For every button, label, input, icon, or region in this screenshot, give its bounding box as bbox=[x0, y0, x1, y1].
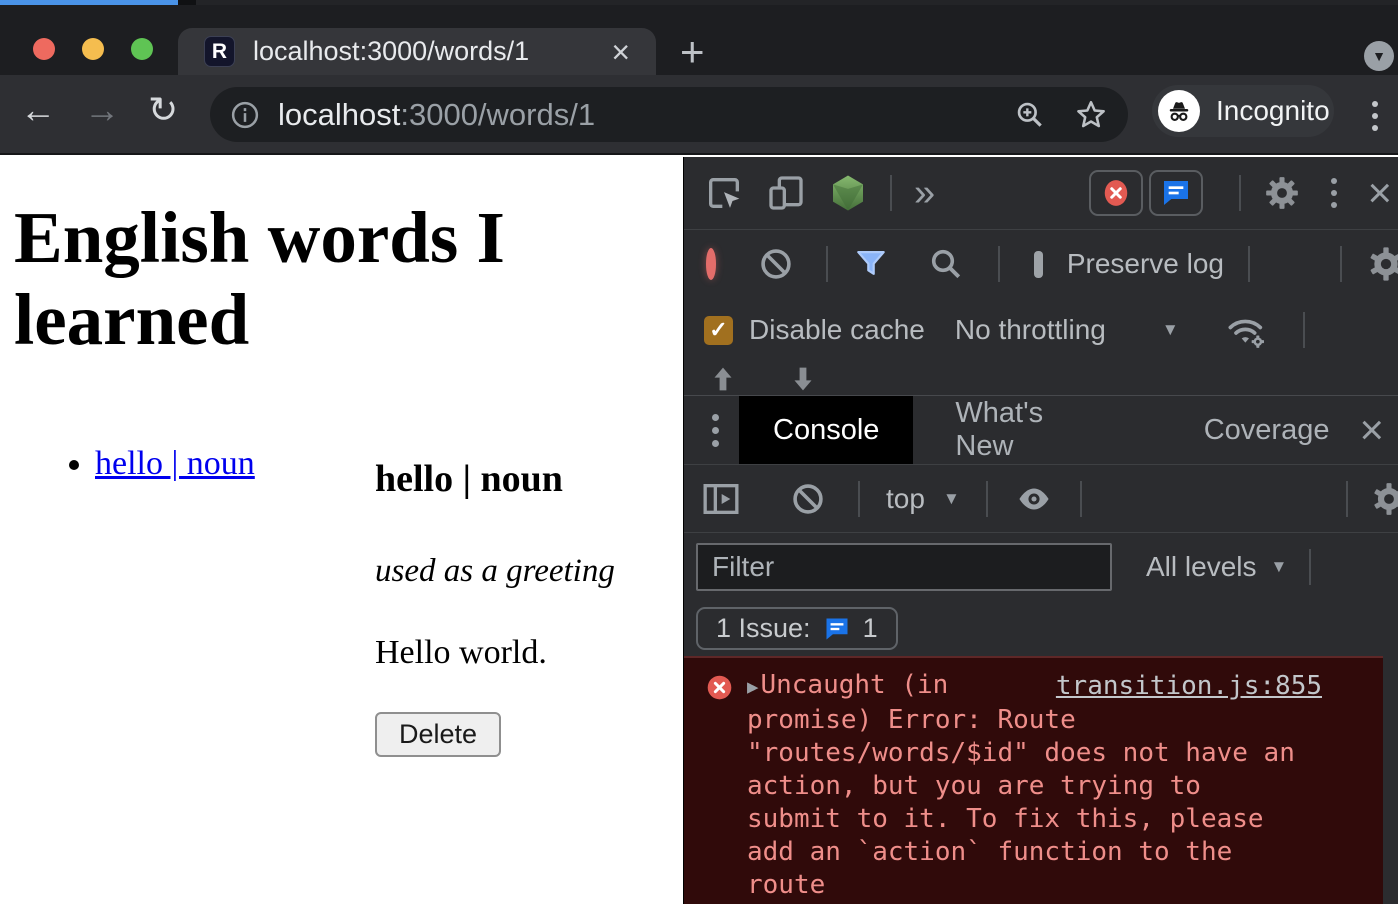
incognito-label: Incognito bbox=[1216, 95, 1330, 127]
export-har-icon[interactable] bbox=[786, 362, 820, 395]
levels-caret-icon[interactable]: ▼ bbox=[1270, 557, 1287, 577]
site-info-icon[interactable] bbox=[230, 100, 260, 130]
error-count-badge[interactable] bbox=[1089, 170, 1143, 216]
address-bar[interactable]: localhost:3000/words/1 bbox=[210, 87, 1128, 142]
tab-whats-new[interactable]: What's New bbox=[925, 396, 1127, 464]
console-sidebar-toggle-icon[interactable] bbox=[700, 479, 742, 519]
issues-count: 1 bbox=[863, 613, 878, 644]
bookmark-star-icon[interactable] bbox=[1074, 98, 1108, 132]
new-tab-button[interactable]: + bbox=[680, 35, 705, 69]
devtools-menu-icon[interactable] bbox=[1331, 178, 1337, 208]
throttling-select[interactable]: No throttling bbox=[955, 314, 1106, 346]
more-panels-icon[interactable]: » bbox=[914, 172, 935, 215]
word-link[interactable]: hello | noun bbox=[95, 445, 255, 482]
forward-button[interactable]: → bbox=[84, 89, 120, 131]
incognito-badge: Incognito bbox=[1152, 85, 1334, 137]
nodejs-icon[interactable] bbox=[828, 173, 868, 213]
search-network-icon[interactable] bbox=[928, 246, 964, 282]
browser-toolbar: ← → ↻ localhost:3000/words/1 bbox=[0, 75, 1398, 155]
inspect-element-icon[interactable] bbox=[704, 173, 744, 213]
remix-favicon-icon: R bbox=[204, 36, 235, 67]
disable-cache-label[interactable]: Disable cache bbox=[749, 314, 925, 346]
word-definition: used as a greeting bbox=[375, 553, 615, 590]
throttling-caret-icon[interactable]: ▼ bbox=[1162, 320, 1179, 340]
browser-tab[interactable]: R localhost:3000/words/1 × bbox=[178, 28, 656, 75]
tab-strip: R localhost:3000/words/1 × + ▼ bbox=[0, 5, 1398, 75]
log-levels-select[interactable]: All levels bbox=[1146, 551, 1256, 583]
word-detail-title: hello | noun bbox=[375, 457, 615, 501]
drawer-close-icon[interactable]: × bbox=[1359, 409, 1384, 451]
drawer-tab-bar: Console What's New Coverage × bbox=[684, 395, 1398, 465]
issues-button[interactable]: 1 Issue: 1 bbox=[696, 607, 898, 650]
back-button[interactable]: ← bbox=[20, 89, 56, 131]
preserve-log-label[interactable]: Preserve log bbox=[1067, 248, 1224, 280]
error-source-link[interactable]: transition.js:855 bbox=[1056, 671, 1322, 701]
devtools-settings-icon[interactable] bbox=[1263, 174, 1301, 212]
devtools-panel: » bbox=[683, 157, 1398, 904]
clear-network-log-icon[interactable] bbox=[758, 246, 794, 282]
error-icon bbox=[706, 674, 733, 701]
network-toolbar: Preserve log bbox=[684, 230, 1398, 298]
tab-search-icon[interactable]: ▼ bbox=[1364, 41, 1394, 71]
console-settings-icon[interactable] bbox=[1370, 480, 1398, 518]
console-error-message: ▶Uncaught (in promise) Error: Route "rou… bbox=[684, 656, 1384, 904]
issues-label: 1 Issue: bbox=[716, 613, 811, 644]
url-text: localhost:3000/words/1 bbox=[278, 97, 595, 133]
macos-close-button[interactable] bbox=[33, 38, 55, 60]
filter-funnel-icon[interactable] bbox=[852, 245, 890, 283]
devtools-close-icon[interactable]: × bbox=[1367, 172, 1392, 214]
live-expression-eye-icon[interactable] bbox=[1014, 481, 1054, 517]
disable-cache-checkbox[interactable]: ✓ bbox=[704, 316, 733, 345]
zoom-page-icon[interactable] bbox=[1014, 99, 1046, 131]
browser-menu-icon[interactable] bbox=[1372, 101, 1378, 131]
preserve-log-checkbox[interactable] bbox=[1034, 251, 1043, 278]
device-toolbar-icon[interactable] bbox=[766, 173, 806, 213]
browser-window: R localhost:3000/words/1 × + ▼ ← → ↻ loc… bbox=[0, 0, 1398, 904]
devtools-main-toolbar: » bbox=[684, 157, 1398, 230]
list-item: hello | noun bbox=[95, 445, 255, 483]
network-conditions-icon[interactable] bbox=[1225, 310, 1269, 350]
incognito-icon bbox=[1158, 90, 1200, 132]
record-network-log-icon[interactable] bbox=[706, 248, 716, 280]
tab-close-icon[interactable]: × bbox=[611, 36, 630, 68]
tab-console[interactable]: Console bbox=[739, 396, 913, 464]
tab-title: localhost:3000/words/1 bbox=[253, 36, 529, 67]
issue-chat-icon bbox=[823, 615, 851, 643]
reload-button[interactable]: ↻ bbox=[148, 89, 178, 131]
import-har-icon[interactable] bbox=[706, 362, 740, 395]
expand-error-icon[interactable]: ▶ bbox=[747, 676, 758, 698]
console-filter-row: All levels ▼ bbox=[684, 533, 1398, 601]
word-example: Hello world. bbox=[375, 634, 615, 672]
delete-button[interactable]: Delete bbox=[375, 712, 501, 757]
context-caret-icon[interactable]: ▼ bbox=[943, 489, 960, 509]
network-conditions-row: ✓ Disable cache No throttling ▼ bbox=[684, 298, 1398, 362]
clear-console-icon[interactable] bbox=[790, 481, 826, 517]
tab-coverage[interactable]: Coverage bbox=[1174, 396, 1360, 464]
page-viewport: English words I learned hello | noun hel… bbox=[0, 157, 683, 904]
word-detail: hello | noun used as a greeting Hello wo… bbox=[375, 457, 615, 757]
word-list: hello | noun bbox=[0, 445, 255, 483]
macos-zoom-button[interactable] bbox=[131, 38, 153, 60]
issues-chat-badge[interactable] bbox=[1149, 170, 1203, 216]
drawer-menu-icon[interactable] bbox=[712, 414, 719, 447]
error-text: ▶Uncaught (in promise) Error: Route "rou… bbox=[747, 669, 1295, 902]
console-filter-input[interactable] bbox=[696, 543, 1112, 591]
page-title: English words I learned bbox=[14, 197, 554, 361]
console-issue-row: 1 Issue: 1 bbox=[684, 601, 1398, 656]
har-actions-row bbox=[684, 362, 1398, 395]
console-scrollbar[interactable] bbox=[1383, 656, 1398, 904]
macos-minimize-button[interactable] bbox=[82, 38, 104, 60]
network-settings-icon[interactable] bbox=[1366, 244, 1398, 284]
execution-context-select[interactable]: top bbox=[886, 483, 925, 515]
console-toolbar: top ▼ bbox=[684, 465, 1398, 533]
